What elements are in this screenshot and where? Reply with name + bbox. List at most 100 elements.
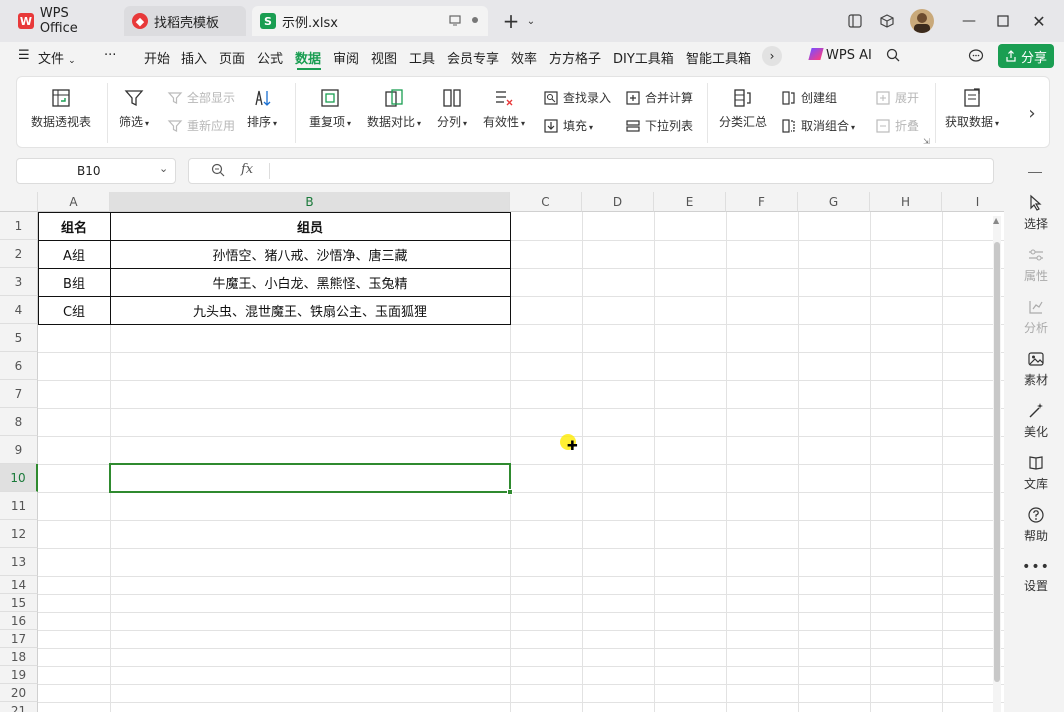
tab-example-xlsx[interactable]: S 示例.xlsx (252, 6, 488, 36)
select-all-corner[interactable] (0, 192, 38, 212)
scroll-up-icon[interactable]: ▲ (993, 216, 999, 225)
get-data-button[interactable]: 获取数据 ▾ (945, 77, 999, 130)
panel-properties[interactable]: 属性 (1008, 246, 1064, 284)
row-header-16[interactable]: 16 (0, 612, 38, 630)
expand-button[interactable]: 展开 (875, 89, 919, 106)
row-header-17[interactable]: 17 (0, 630, 38, 648)
subtotal-button[interactable]: 分类汇总 (719, 77, 767, 130)
column-header-h[interactable]: H (870, 192, 942, 212)
create-group-button[interactable]: 创建组 (781, 89, 837, 106)
panel-materials[interactable]: 素材 (1008, 350, 1064, 388)
row-header-4[interactable]: 4 (0, 296, 38, 324)
window-mode-icon[interactable] (448, 13, 462, 31)
filter-button[interactable]: 筛选 ▾ (119, 77, 149, 130)
row-header-1[interactable]: 1 (0, 212, 38, 240)
cell-b2[interactable]: 孙悟空、猪八戒、沙悟净、唐三藏 (110, 240, 510, 268)
sidebar-toggle-icon[interactable] (844, 10, 866, 32)
lookup-entry-button[interactable]: 查找录入 (543, 89, 611, 106)
menu-insert[interactable]: 插入 (181, 48, 207, 67)
row-header-3[interactable]: 3 (0, 268, 38, 296)
menu-view[interactable]: 视图 (371, 48, 397, 67)
column-header-f[interactable]: F (726, 192, 798, 212)
selected-cell-b10[interactable] (109, 463, 511, 493)
row-header-20[interactable]: 20 (0, 684, 38, 702)
row-header-12[interactable]: 12 (0, 520, 38, 548)
row-header-11[interactable]: 11 (0, 492, 38, 520)
row-header-15[interactable]: 15 (0, 594, 38, 612)
validity-button[interactable]: 有效性 ▾ (483, 77, 525, 130)
fill-button[interactable]: 填充 ▾ (543, 117, 593, 134)
panel-analysis[interactable]: 分析 (1008, 298, 1064, 336)
share-button[interactable]: 分享 (998, 44, 1054, 68)
collapse-button[interactable]: 折叠 (875, 117, 919, 134)
menu-formula[interactable]: 公式 (257, 48, 283, 67)
cell-b4[interactable]: 九头虫、混世魔王、铁扇公主、玉面狐狸 (110, 296, 510, 324)
panel-beautify[interactable]: 美化 (1008, 402, 1064, 440)
row-header-10[interactable]: 10 (0, 464, 38, 492)
tab-docer-templates[interactable]: ◆ 找稻壳模板 (124, 6, 246, 36)
reapply-button[interactable]: 重新应用 (167, 117, 235, 134)
row-header-6[interactable]: 6 (0, 352, 38, 380)
row-header-8[interactable]: 8 (0, 408, 38, 436)
menu-diy-toolbox[interactable]: DIY工具箱 (613, 48, 674, 67)
search-icon[interactable] (886, 48, 900, 66)
formula-bar[interactable]: fx (188, 158, 994, 184)
column-header-d[interactable]: D (582, 192, 654, 212)
fx-icon[interactable]: fx (241, 162, 253, 177)
cube-icon[interactable] (876, 10, 898, 32)
column-header-e[interactable]: E (654, 192, 726, 212)
row-header-9[interactable]: 9 (0, 436, 38, 464)
spreadsheet-grid[interactable]: A B C D E F G H I 1 2 3 4 5 6 7 8 9 10 1… (0, 192, 1004, 712)
cell-b1[interactable]: 组员 (110, 212, 510, 240)
menu-file[interactable]: 文件 ⌄ (38, 48, 76, 67)
panel-settings[interactable]: ••• 设置 (1008, 560, 1064, 594)
maximize-icon[interactable] (992, 10, 1014, 32)
cell-b3[interactable]: 牛魔王、小白龙、黑熊怪、玉兔精 (110, 268, 510, 296)
panel-collapse-icon[interactable] (1028, 172, 1042, 173)
row-header-5[interactable]: 5 (0, 324, 38, 352)
split-column-button[interactable]: 分列 ▾ (437, 77, 467, 130)
column-header-a[interactable]: A (38, 192, 110, 212)
compare-button[interactable]: 数据对比 ▾ (367, 77, 421, 130)
name-box[interactable]: B10 ⌄ (16, 158, 176, 184)
column-header-b[interactable]: B (110, 192, 510, 212)
menu-tools[interactable]: 工具 (409, 48, 435, 67)
ribbon-scroll-right-icon[interactable]: › (1021, 91, 1043, 135)
menu-home[interactable]: 开始 (144, 48, 170, 67)
group-dialog-launcher-icon[interactable]: ⇲ (923, 137, 930, 146)
zoom-lookup-icon[interactable] (211, 163, 225, 180)
unsaved-dot-icon[interactable] (472, 17, 478, 23)
merge-calc-button[interactable]: 合并计算 (625, 89, 693, 106)
menu-scroll-right-icon[interactable]: › (762, 46, 782, 66)
row-header-18[interactable]: 18 (0, 648, 38, 666)
panel-select[interactable]: 选择 (1008, 194, 1064, 232)
row-header-2[interactable]: 2 (0, 240, 38, 268)
menu-review[interactable]: 审阅 (333, 48, 359, 67)
scrollbar-thumb[interactable] (994, 242, 1000, 682)
wps-ai-button[interactable]: WPS AI (808, 48, 872, 63)
cell-a3[interactable]: B组 (38, 268, 110, 296)
menu-data[interactable]: 数据 (295, 48, 321, 67)
pivot-table-button[interactable]: 数据透视表 (31, 77, 91, 130)
comment-icon[interactable] (968, 48, 984, 68)
chevron-down-icon[interactable]: ⌄ (159, 162, 168, 175)
new-tab-plus-icon[interactable]: + (500, 9, 522, 33)
menu-fangfang[interactable]: 方方格子 (549, 48, 601, 67)
menu-member[interactable]: 会员专享 (447, 48, 499, 67)
cell-a4[interactable]: C组 (38, 296, 110, 324)
column-header-g[interactable]: G (798, 192, 870, 212)
cell-a2[interactable]: A组 (38, 240, 110, 268)
fill-handle[interactable] (507, 489, 513, 495)
row-header-7[interactable]: 7 (0, 380, 38, 408)
minimize-icon[interactable]: — (958, 10, 980, 32)
ungroup-button[interactable]: 取消组合 ▾ (781, 117, 855, 134)
column-header-c[interactable]: C (510, 192, 582, 212)
row-header-13[interactable]: 13 (0, 548, 38, 576)
menu-page[interactable]: 页面 (219, 48, 245, 67)
menu-smart-toolbox[interactable]: 智能工具箱 (686, 48, 751, 67)
duplicates-button[interactable]: 重复项 ▾ (309, 77, 351, 130)
panel-help[interactable]: 帮助 (1008, 506, 1064, 544)
row-header-14[interactable]: 14 (0, 576, 38, 594)
show-all-button[interactable]: 全部显示 (167, 89, 235, 106)
hamburger-icon[interactable]: ☰ (18, 48, 30, 63)
